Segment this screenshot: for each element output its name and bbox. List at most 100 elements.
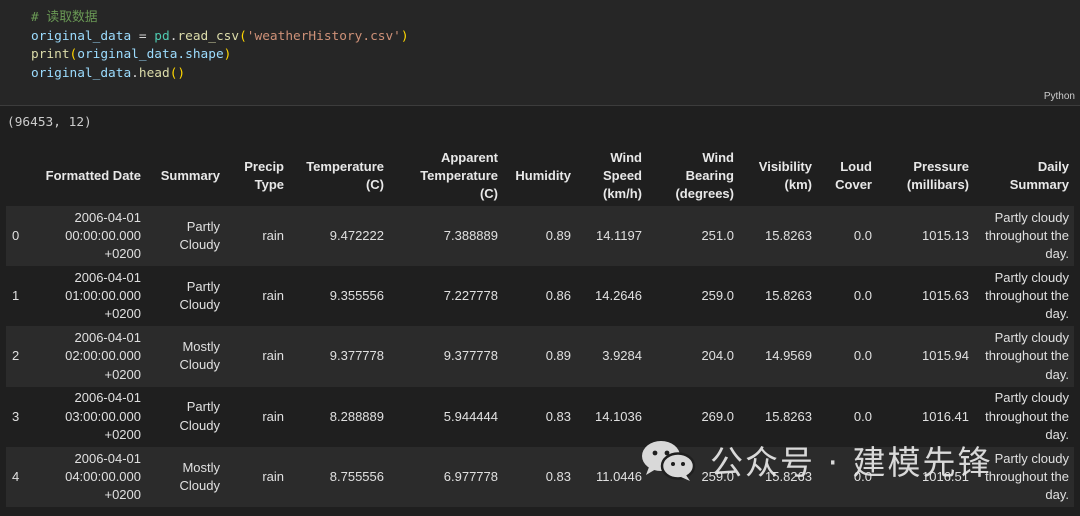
column-header: Loud Cover — [817, 146, 877, 206]
table-cell: 0.0 — [817, 326, 877, 387]
column-header-text: Bearing — [685, 168, 734, 183]
table-cell: 251.0 — [647, 206, 739, 267]
cell-text: 2006-04-01 — [74, 330, 142, 346]
code-editor[interactable]: # 读取数据 original_data = pd. read_csv('weat… — [31, 9, 409, 84]
column-header: Visibility (km) — [739, 146, 817, 206]
cell-text: Mostly — [182, 339, 220, 355]
column-header-text: (degrees) — [675, 186, 734, 201]
code-paren: ( — [239, 28, 247, 44]
cell-text: day. — [1045, 246, 1069, 262]
cell-text: Partly cloudy — [994, 269, 1069, 285]
column-header-text: Daily Summary — [1009, 159, 1069, 192]
column-header-text: (C) — [479, 186, 498, 201]
table-cell: 15.8263 — [739, 386, 817, 447]
column-header: Summary — [146, 146, 225, 206]
code-var: original_data — [31, 28, 132, 44]
table-cell: Partly Cloudy — [146, 266, 225, 327]
table-cell: Partly Cloudy — [146, 386, 225, 447]
table-cell: 2006-04-01 00:00:00.000 +0200 — [29, 206, 146, 267]
cell-text: 2006-04-01 — [74, 390, 142, 406]
table-cell: 15.8263 — [739, 446, 817, 507]
cell-text: Partly — [186, 399, 220, 415]
shape-output: (96453, 12) — [7, 115, 92, 130]
row-index: 0 — [6, 206, 29, 267]
cell-text: 01:00:00.000 — [65, 288, 141, 304]
code-attr: .shape — [177, 47, 224, 63]
table-cell: Partly cloudy throughout the day. — [974, 326, 1074, 387]
cell-text: throughout the — [985, 227, 1069, 243]
table-cell: rain — [225, 386, 289, 447]
column-header: Wind Speed (km/h) — [576, 146, 647, 206]
row-index: 1 — [6, 266, 29, 327]
table-cell: 8.288889 — [289, 386, 389, 447]
table-cell: 7.388889 — [389, 206, 503, 267]
table-cell: 9.355556 — [289, 266, 389, 327]
table-cell: 6.977778 — [389, 446, 503, 507]
table-cell: 14.1197 — [576, 206, 647, 267]
table-cell: 2006-04-01 03:00:00.000 +0200 — [29, 386, 146, 447]
code-dot: . — [131, 66, 139, 82]
cell-text: Cloudy — [179, 297, 220, 313]
table-cell: Partly cloudy throughout the day. — [974, 206, 1074, 267]
column-header-text: (km) — [784, 177, 812, 192]
cell-text: Partly cloudy — [994, 390, 1069, 406]
table-cell: rain — [225, 326, 289, 387]
table-cell: 0.0 — [817, 206, 877, 267]
column-header-text: (millibars) — [906, 177, 969, 192]
cell-text: +0200 — [104, 246, 141, 262]
cell-text: day. — [1045, 486, 1069, 502]
cell-text: day. — [1045, 426, 1069, 442]
column-header-text: (km/h) — [603, 186, 642, 201]
table-cell: 269.0 — [647, 386, 739, 447]
row-index: 2 — [6, 326, 29, 387]
table-cell: 3.9284 — [576, 326, 647, 387]
code-string: 'weatherHistory.csv' — [246, 28, 401, 44]
table-cell: 14.9569 — [739, 326, 817, 387]
language-label[interactable]: Python — [1044, 91, 1075, 102]
cell-text: 03:00:00.000 — [65, 408, 141, 424]
cell-text: 2006-04-01 — [74, 450, 142, 466]
cell-text: Cloudy — [179, 357, 220, 373]
row-index: 4 — [6, 446, 29, 507]
table-row: 3 2006-04-01 03:00:00.000 +0200 Partly Cloudy… — [6, 386, 1074, 447]
column-header-text: Loud — [840, 159, 872, 174]
code-cell[interactable]: # 读取数据 original_data = pd. read_csv('weat… — [0, 0, 1080, 106]
column-header-text: Temperature — [420, 168, 498, 183]
column-header: Precip Type — [225, 146, 289, 206]
cell-text: +0200 — [104, 426, 141, 442]
column-header-text: Pressure — [913, 159, 969, 174]
cell-text: Cloudy — [179, 237, 220, 253]
table-cell: 259.0 — [647, 446, 739, 507]
code-paren: ) — [223, 47, 232, 63]
table-cell: 0.89 — [503, 326, 576, 387]
cell-text: Partly cloudy — [994, 450, 1069, 466]
row-index: 3 — [6, 386, 29, 447]
column-header: Apparent Temperature (C) — [389, 146, 503, 206]
code-func: head — [138, 66, 170, 82]
table-cell: 1016.41 — [877, 386, 974, 447]
cell-text: day. — [1045, 306, 1069, 322]
code-var: original_data — [77, 47, 178, 63]
column-header-text: Humidity — [515, 168, 571, 183]
column-header-text: Summary — [160, 168, 220, 183]
column-header: Pressure (millibars) — [877, 146, 974, 206]
cell-text: Partly cloudy — [994, 330, 1069, 346]
table-cell: 0.86 — [503, 266, 576, 327]
column-header: Temperature (C) — [289, 146, 389, 206]
table-cell: 7.227778 — [389, 266, 503, 327]
table-cell: 204.0 — [647, 326, 739, 387]
cell-text: 04:00:00.000 — [65, 468, 141, 484]
column-header-text: Temperature — [306, 159, 384, 174]
column-header-text: (C) — [365, 177, 384, 192]
table-cell: 14.1036 — [576, 386, 647, 447]
table-header-row: Formatted Date Summary Precip Type Temperatu… — [6, 146, 1074, 206]
table-cell: 1015.94 — [877, 326, 974, 387]
column-header-text: Speed — [602, 168, 642, 183]
code-paren: () — [169, 66, 186, 82]
table-row: 1 2006-04-01 01:00:00.000 +0200 Partly Cloudy… — [6, 266, 1074, 327]
table-cell: Partly cloudy throughout the day. — [974, 386, 1074, 447]
table-cell: 0.0 — [817, 386, 877, 447]
table-cell: 9.377778 — [389, 326, 503, 387]
table-cell: Mostly Cloudy — [146, 326, 225, 387]
cell-text: 02:00:00.000 — [65, 348, 141, 364]
